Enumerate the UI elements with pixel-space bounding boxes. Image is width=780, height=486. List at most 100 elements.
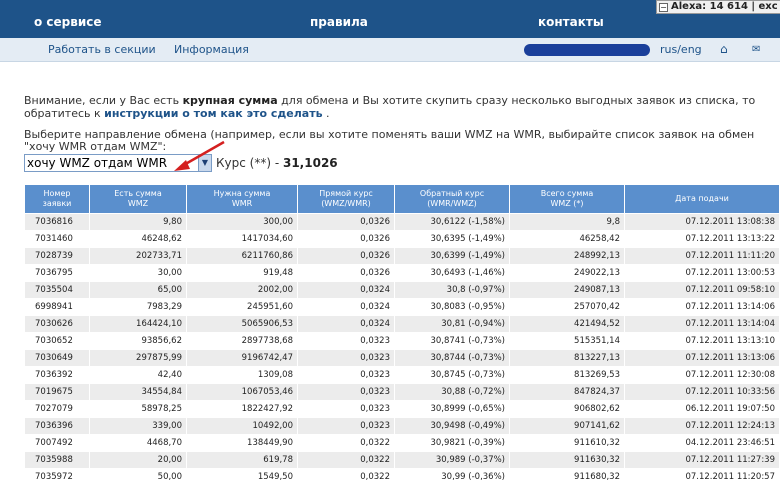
table-cell: 30,8999 (-0,65%) (395, 401, 509, 417)
table-row[interactable]: 7036396 339,00 10492,00 0,0323 30,9498 (-0,4… (25, 418, 779, 434)
nav-about[interactable]: о сервисе (34, 15, 102, 29)
table-cell: 906802,62 (510, 401, 624, 417)
table-cell: 07.12.2011 11:20:57 (625, 469, 779, 485)
direction-select-value: хочу WMZ отдам WMR (27, 156, 168, 170)
home-icon[interactable]: ⌂ (720, 42, 728, 56)
table-cell: 07.12.2011 09:58:10 (625, 282, 779, 298)
table-row[interactable]: 7035504 65,00 2002,00 0,0324 30,8 (-0,97%) 24… (25, 282, 779, 298)
table-cell: 07.12.2011 13:14:06 (625, 299, 779, 315)
table-cell: 07.12.2011 13:00:53 (625, 265, 779, 281)
table-row[interactable]: 7035972 50,00 1549,50 0,0322 30,99 (-0,36%) 9… (25, 469, 779, 485)
nav-rules[interactable]: правила (310, 15, 368, 29)
table-cell: 7028739 (25, 248, 89, 264)
mail-icon[interactable]: ✉ (752, 44, 760, 55)
table-cell: 65,00 (90, 282, 186, 298)
table-cell: 30,81 (-0,94%) (395, 316, 509, 332)
table-cell: 7007492 (25, 435, 89, 451)
table-cell: 0,0322 (298, 452, 394, 468)
alexa-rank: Alexa: 14 614 | exc (671, 1, 778, 12)
table-cell: 30,6493 (-1,46%) (395, 265, 509, 281)
table-cell: 515351,14 (510, 333, 624, 349)
table-cell: 0,0326 (298, 248, 394, 264)
table-cell: 0,0323 (298, 333, 394, 349)
table-cell: 5065906,53 (187, 316, 297, 332)
table-row[interactable]: 7007492 4468,70 138449,90 0,0322 30,9821 (-0… (25, 435, 779, 451)
column-header[interactable]: Прямой курс (WMZ/WMR) (298, 185, 394, 213)
table-cell: 30,6122 (-1,58%) (395, 214, 509, 230)
table-cell: 30,9821 (-0,39%) (395, 435, 509, 451)
table-row[interactable]: 7027079 58978,25 1822427,92 0,0323 30,8999 (… (25, 401, 779, 417)
table-cell: 2002,00 (187, 282, 297, 298)
column-header[interactable]: Номер заявки (25, 185, 89, 213)
table-cell: 7035504 (25, 282, 89, 298)
table-cell: 7036396 (25, 418, 89, 434)
table-cell: 619,78 (187, 452, 297, 468)
table-cell: 0,0323 (298, 384, 394, 400)
column-header[interactable]: Обратный курс (WMR/WMZ) (395, 185, 509, 213)
table-cell: 7027079 (25, 401, 89, 417)
column-header[interactable]: Есть сумма WMZ (90, 185, 186, 213)
table-cell: 30,8744 (-0,73%) (395, 350, 509, 366)
table-cell: 9,8 (510, 214, 624, 230)
table-row[interactable]: 7036816 9,80 300,00 0,0326 30,6122 (-1,58%) 9… (25, 214, 779, 230)
notice-line-1: Внимание, если у Вас есть крупная сумма … (24, 94, 755, 107)
table-cell: 7035988 (25, 452, 89, 468)
table-cell: 93856,62 (90, 333, 186, 349)
table-cell: 30,6399 (-1,49%) (395, 248, 509, 264)
instructions-link[interactable]: инструкции о том как это сделать (104, 107, 322, 120)
table-cell: 0,0323 (298, 367, 394, 383)
red-arrow-annotation (174, 140, 225, 171)
table-cell: 1309,08 (187, 367, 297, 383)
table-cell: 0,0323 (298, 418, 394, 434)
table-cell: 249022,13 (510, 265, 624, 281)
table-row[interactable]: 7030626 164424,10 5065906,53 0,0324 30,81 (-… (25, 316, 779, 332)
table-cell: 7019675 (25, 384, 89, 400)
table-row[interactable]: 7036795 30,00 919,48 0,0326 30,6493 (-1,46%)… (25, 265, 779, 281)
table-cell: 6998941 (25, 299, 89, 315)
notice-text: . (322, 107, 330, 120)
table-cell: 10492,00 (187, 418, 297, 434)
table-cell: 30,99 (-0,36%) (395, 469, 509, 485)
table-cell: 07.12.2011 10:33:56 (625, 384, 779, 400)
table-row[interactable]: 7030652 93856,62 2897738,68 0,0323 30,8741 (… (25, 333, 779, 349)
table-cell: 919,48 (187, 265, 297, 281)
table-row[interactable]: 6998941 7983,29 245951,60 0,0324 30,8083 (-0… (25, 299, 779, 315)
sub-nav-bar: Работать в секции Информация rus/eng (0, 38, 780, 62)
login-pill[interactable] (524, 44, 650, 56)
table-cell: 7036816 (25, 214, 89, 230)
table-cell: 7036392 (25, 367, 89, 383)
table-row[interactable]: 7031460 46248,62 1417034,60 0,0326 30,6395 (… (25, 231, 779, 247)
table-cell: 257070,42 (510, 299, 624, 315)
exchange-rate: Курс (**) - 31,1026 (216, 156, 338, 170)
table-cell: 202733,71 (90, 248, 186, 264)
table-cell: 30,00 (90, 265, 186, 281)
table-cell: 0,0324 (298, 282, 394, 298)
table-cell: 06.12.2011 19:07:50 (625, 401, 779, 417)
column-header[interactable]: Дата подачи (625, 185, 779, 213)
table-cell: 20,00 (90, 452, 186, 468)
language-switch[interactable]: rus/eng (660, 43, 702, 56)
direction-hint-2: "хочу WMR отдам WMZ": (24, 140, 167, 153)
table-cell: 907141,62 (510, 418, 624, 434)
table-row[interactable]: 7035988 20,00 619,78 0,0322 30,989 (-0,37%) 9… (25, 452, 779, 468)
table-cell: 07.12.2011 12:30:08 (625, 367, 779, 383)
table-cell: 07.12.2011 13:13:06 (625, 350, 779, 366)
table-row[interactable]: 7036392 42,40 1309,08 0,0323 30,8745 (-0,73%… (25, 367, 779, 383)
table-row[interactable]: 7030649 297875,99 9196742,47 0,0323 30,8744 … (25, 350, 779, 366)
table-cell: 813227,13 (510, 350, 624, 366)
table-cell: 297875,99 (90, 350, 186, 366)
table-cell: 0,0324 (298, 299, 394, 315)
table-cell: 07.12.2011 12:24:13 (625, 418, 779, 434)
table-cell: 7035972 (25, 469, 89, 485)
alexa-collapse-button[interactable]: − (659, 3, 668, 12)
column-header[interactable]: Нужна сумма WMR (187, 185, 297, 213)
alexa-toolbar: − Alexa: 14 614 | exc (656, 0, 780, 14)
subnav-information[interactable]: Информация (174, 43, 249, 56)
table-row[interactable]: 7028739 202733,71 6211760,86 0,0326 30,6399 … (25, 248, 779, 264)
column-header[interactable]: Всего сумма WMZ (*) (510, 185, 624, 213)
table-row[interactable]: 7019675 34554,84 1067053,46 0,0323 30,88 (-0… (25, 384, 779, 400)
nav-contacts[interactable]: контакты (538, 15, 604, 29)
subnav-work-in-section[interactable]: Работать в секции (48, 43, 156, 56)
table-cell: 0,0323 (298, 401, 394, 417)
table-cell: 2897738,68 (187, 333, 297, 349)
